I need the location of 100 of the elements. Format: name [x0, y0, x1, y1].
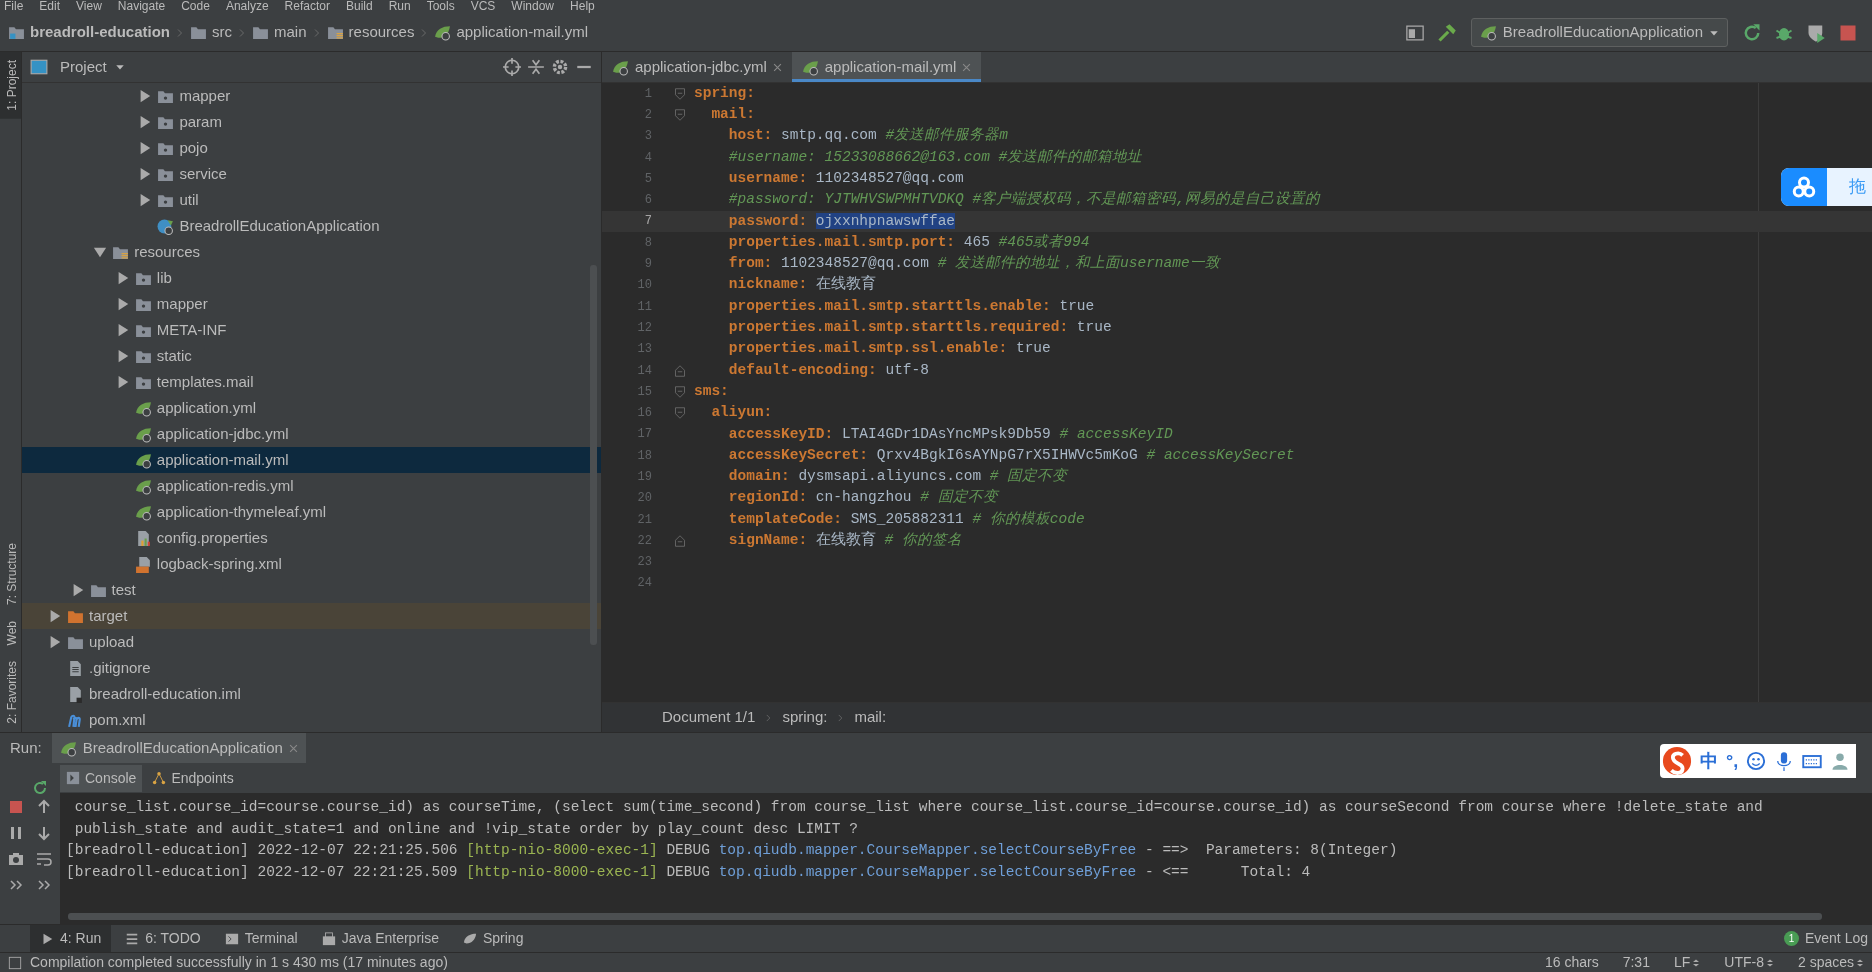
tree-item[interactable]: param	[22, 109, 601, 135]
breadcrumb-item[interactable]: resources	[348, 21, 415, 44]
fold-icon[interactable]	[674, 385, 686, 398]
menu-item[interactable]: Analyze	[225, 0, 269, 14]
panel-toggle-icon[interactable]	[8, 955, 22, 970]
side-tab[interactable]: 7: Structure	[0, 534, 21, 613]
camera-icon[interactable]	[8, 851, 24, 867]
line-number: 24	[636, 575, 653, 593]
panel-title-dropdown[interactable]: Project	[54, 54, 131, 80]
menu-item[interactable]: VCS	[470, 0, 496, 14]
tree-item[interactable]: resources	[22, 239, 601, 265]
tree-item[interactable]: mapper	[22, 83, 601, 109]
tree-item[interactable]: templates.mail	[22, 369, 601, 395]
s-logo-icon[interactable]	[1662, 746, 1692, 776]
breadcrumb-item[interactable]: src	[212, 21, 233, 44]
tree-item[interactable]: pom.xml	[22, 707, 601, 732]
fold-end-icon[interactable]	[674, 364, 686, 377]
tree-item[interactable]: breadroll-education.iml	[22, 681, 601, 707]
side-tab[interactable]: Web	[0, 612, 21, 654]
stop-icon[interactable]	[8, 799, 24, 815]
tool-window-tab[interactable]: Spring	[452, 925, 534, 952]
tool-window-tab[interactable]: Java Enterprise	[311, 925, 449, 952]
fold-icon[interactable]	[674, 108, 686, 121]
editor-tab[interactable]: application-mail.yml	[791, 52, 982, 82]
tree-item[interactable]: META-INF	[22, 317, 601, 343]
menu-item[interactable]: Run	[388, 0, 411, 14]
ime-button[interactable]: °,	[1726, 747, 1739, 775]
status-item[interactable]: 16 chars	[1537, 952, 1607, 972]
run-tab[interactable]: BreadrollEducationApplication	[51, 732, 306, 764]
side-tab[interactable]: 1: Project	[0, 52, 21, 119]
tree-item[interactable]: static	[22, 343, 601, 369]
menu-item[interactable]: View	[76, 0, 102, 14]
tree-item[interactable]: config.properties	[22, 525, 601, 551]
menu-item[interactable]: Build	[345, 0, 373, 14]
tree-item[interactable]: util	[22, 187, 601, 213]
menu-item[interactable]: File	[4, 0, 24, 14]
soft-wrap-icon[interactable]	[36, 851, 52, 867]
breadcrumb-item[interactable]: mail:	[854, 706, 887, 729]
run-config-dropdown[interactable]: BreadrollEducationApplication	[1470, 18, 1728, 47]
smiley-icon[interactable]	[1746, 751, 1767, 771]
menu-item[interactable]: Window	[511, 0, 555, 14]
file-icon	[67, 659, 84, 677]
menu-item[interactable]: Refactor	[284, 0, 330, 14]
tree-item[interactable]: lib	[22, 265, 601, 291]
rerun-icon[interactable]	[1742, 22, 1762, 43]
fold-icon[interactable]	[674, 407, 686, 420]
breadcrumb-item[interactable]: Document 1/1	[662, 706, 756, 729]
window-icon[interactable]	[1404, 22, 1425, 43]
breadcrumb-item[interactable]: application-mail.yml	[456, 21, 589, 44]
tree-item[interactable]: pojo	[22, 135, 601, 161]
status-item[interactable]: LF	[1665, 952, 1709, 972]
tree-item[interactable]: application-mail.yml	[22, 447, 601, 473]
expanded-arrow-icon[interactable]	[93, 245, 108, 259]
collapsed-arrow-icon[interactable]	[48, 609, 62, 623]
tree-item[interactable]: mapper	[22, 291, 601, 317]
menu-item[interactable]: Edit	[39, 0, 61, 14]
tool-window-tab[interactable]: 4: Run	[30, 925, 112, 952]
scrollbar[interactable]	[68, 913, 1822, 920]
tool-window-tab[interactable]: 6: TODO	[115, 925, 211, 952]
tree-item[interactable]: service	[22, 161, 601, 187]
menu-item[interactable]: Tools	[426, 0, 455, 14]
fold-icon[interactable]	[674, 87, 686, 100]
breadcrumb-item[interactable]: spring:	[782, 706, 828, 729]
up-arrow-icon[interactable]	[36, 799, 52, 815]
editor-tab[interactable]: application-jdbc.yml	[602, 52, 792, 82]
code-line: properties.mail.smtp.port: 465 #465或者994	[727, 232, 1090, 252]
status-item[interactable]: 2 spaces	[1789, 952, 1872, 972]
rerun-icon[interactable]	[32, 780, 48, 796]
close-icon[interactable]	[772, 62, 782, 72]
tree-item[interactable]: application-jdbc.yml	[22, 421, 601, 447]
tree-item[interactable]: .gitignore	[22, 655, 601, 681]
console-tab[interactable]: Console	[60, 764, 143, 792]
status-item[interactable]: UTF-8	[1716, 952, 1782, 972]
locate-icon[interactable]	[503, 58, 521, 76]
collapse-icon[interactable]	[527, 58, 545, 76]
tree-item[interactable]: application-thymeleaf.yml	[22, 499, 601, 525]
menu-item[interactable]: Help	[570, 0, 595, 14]
tree-item[interactable]: logback-spring.xml	[22, 551, 601, 577]
tree-item[interactable]: upload	[22, 629, 601, 655]
tool-window-tab[interactable]: Terminal	[214, 925, 308, 952]
menu-item[interactable]: Navigate	[117, 0, 166, 14]
down-arrow-icon[interactable]	[36, 825, 52, 841]
scrollbar[interactable]	[590, 265, 597, 645]
side-tab[interactable]: 2: Favorites	[0, 653, 21, 732]
console-tab[interactable]: Endpoints	[146, 764, 240, 792]
pause-icon[interactable]	[8, 825, 24, 841]
settings-icon[interactable]	[551, 58, 569, 76]
hammer-icon[interactable]	[1436, 22, 1457, 43]
breadcrumb-item[interactable]: breadroll-education	[30, 21, 171, 44]
tree-item[interactable]: application.yml	[22, 395, 601, 421]
ime-button[interactable]: 中	[1700, 747, 1718, 775]
tree-item[interactable]: test	[22, 577, 601, 603]
fold-end-icon[interactable]	[674, 534, 686, 547]
menu-item[interactable]: Code	[181, 0, 210, 14]
tree-item[interactable]: target	[22, 603, 601, 629]
tree-item[interactable]: BreadrollEducationApplication	[22, 213, 601, 239]
breadcrumb-item[interactable]: main	[274, 21, 307, 44]
status-item[interactable]: 7:31	[1614, 952, 1658, 972]
tree-item[interactable]: application-redis.yml	[22, 473, 601, 499]
collapsed-arrow-icon[interactable]	[48, 635, 62, 649]
